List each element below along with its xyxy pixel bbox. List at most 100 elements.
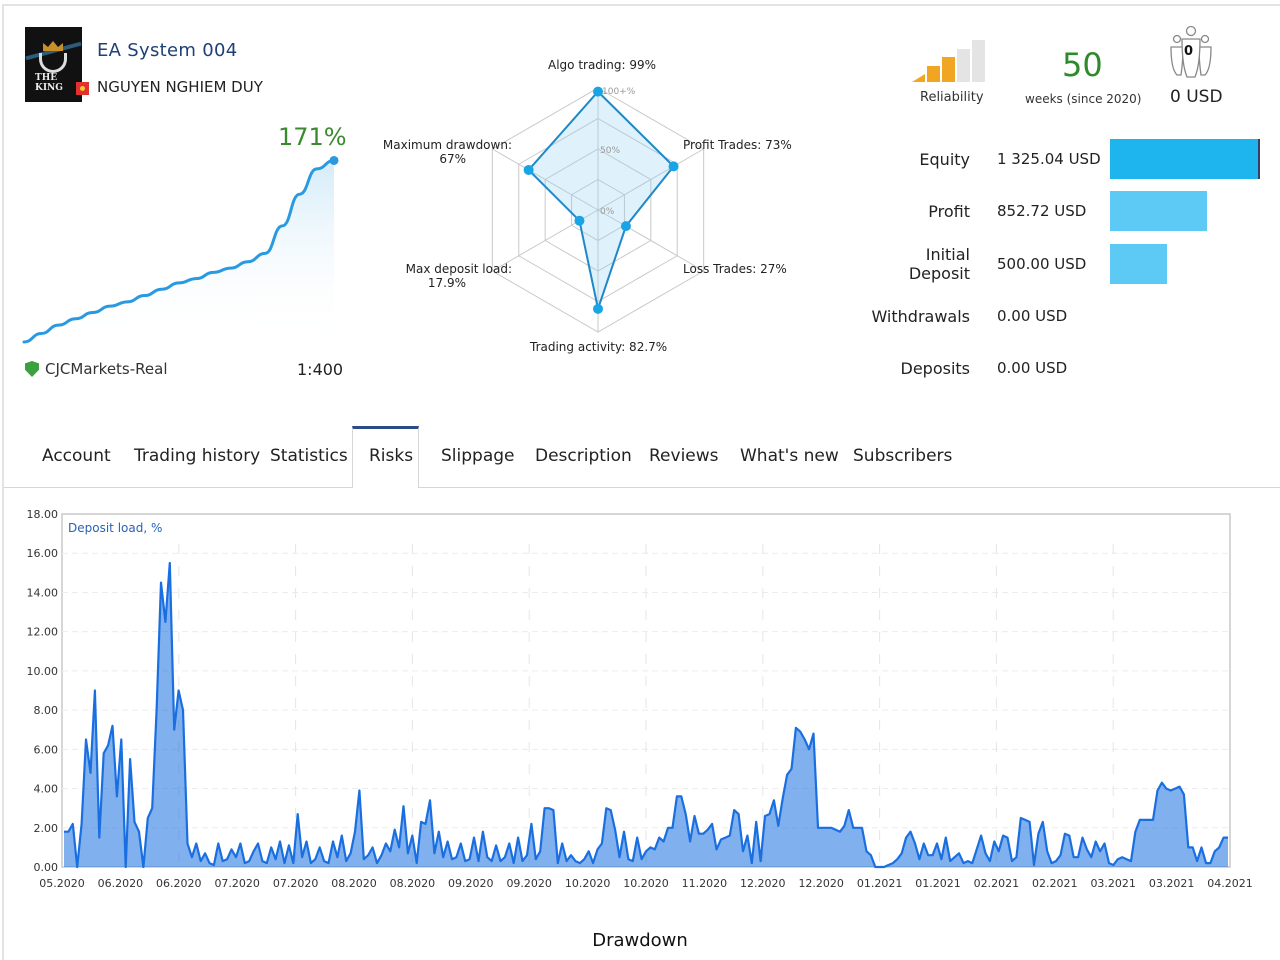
y-tick-label: 4.00 — [34, 783, 59, 796]
tab-bar: Account Trading history Statistics Risks Sli… — [4, 426, 1280, 488]
financial-value: 500.00 USD — [997, 255, 1087, 273]
tab-subscribers[interactable]: Subscribers — [853, 446, 952, 466]
x-tick-label: 08.2020 — [331, 877, 377, 890]
financial-row-profit: Profit 852.72 USD — [860, 191, 1207, 231]
financial-value: 852.72 USD — [997, 202, 1087, 220]
radar-scale-label: 100+% — [602, 87, 636, 97]
weeks-label: weeks (since 2020) — [1025, 92, 1142, 106]
x-tick-label: 03.2021 — [1149, 877, 1195, 890]
verified-shield-icon — [25, 361, 39, 377]
reliability-bar — [972, 40, 985, 82]
x-tick-label: 12.2020 — [798, 877, 844, 890]
y-tick-label: 6.00 — [34, 743, 59, 756]
avatar-text: THE KING — [35, 73, 63, 93]
tab-account[interactable]: Account — [42, 446, 111, 466]
financial-label: Profit — [928, 201, 970, 221]
y-tick-label: 12.00 — [27, 626, 59, 639]
x-tick-label: 08.2020 — [390, 877, 436, 890]
y-tick-label: 10.00 — [27, 665, 59, 678]
x-tick-label: 04.2021 — [1207, 877, 1253, 890]
financial-value: 1 325.04 USD — [997, 150, 1101, 168]
radar-point[interactable] — [523, 164, 534, 175]
financial-label: Deposits — [900, 358, 971, 378]
tab-reviews[interactable]: Reviews — [649, 446, 719, 466]
y-tick-label: 16.00 — [27, 547, 59, 560]
tab-risks[interactable]: Risks — [369, 446, 413, 466]
x-tick-label: 01.2021 — [915, 877, 961, 890]
growth-endpoint — [329, 155, 339, 165]
x-tick-label: 02.2021 — [974, 877, 1020, 890]
x-tick-label: 06.2020 — [98, 877, 144, 890]
broker-name[interactable]: CJCMarkets-Real — [45, 360, 168, 378]
owner-name[interactable]: NGUYEN NGHIEM DUY — [97, 78, 263, 96]
drawdown-chart: 0.00 2.00 4.00 6.00 8.00 10.00 12.00 14.00 16.00… — [27, 508, 1253, 890]
x-tick-label: 06.2020 — [156, 877, 202, 890]
y-tick-label: 2.00 — [34, 822, 59, 835]
x-tick-label: 11.2020 — [682, 877, 728, 890]
crown-icon — [43, 41, 63, 51]
y-tick-label: 18.00 — [27, 508, 59, 521]
tab-slippage[interactable]: Slippage — [441, 446, 515, 466]
tab-trading-history[interactable]: Trading history — [134, 446, 260, 466]
x-tick-label: 07.2020 — [273, 877, 319, 890]
radar-point[interactable] — [668, 161, 679, 172]
financial-label: Withdrawals — [871, 306, 970, 326]
reliability-bar — [927, 65, 940, 82]
tab-statistics[interactable]: Statistics — [270, 446, 348, 466]
radar-point[interactable] — [593, 303, 603, 314]
financial-bar — [1110, 191, 1207, 231]
financial-row-initial-deposit: Initial Deposit 500.00 USD — [860, 244, 1167, 284]
x-tick-label: 07.2020 — [214, 877, 260, 890]
financial-bar — [1110, 139, 1260, 179]
financial-row-withdrawals: Withdrawals 0.00 USD — [860, 296, 1067, 336]
leverage: 1:400 — [297, 360, 344, 379]
tab-what-s-new[interactable]: What's new — [740, 446, 839, 466]
radar-label: Trading activity: 82.7% — [530, 340, 668, 354]
x-tick-label: 05.2020 — [39, 877, 85, 890]
reliability-bars-icon — [912, 40, 992, 82]
radar-shape — [527, 90, 675, 313]
growth-area — [24, 160, 334, 342]
radar-label: Loss Trades: 27% — [683, 262, 787, 276]
subscribers-count: 0 — [1184, 44, 1194, 59]
mask-icon — [39, 53, 67, 73]
financial-row-equity: Equity 1 325.04 USD — [860, 139, 1260, 179]
reliability-bar — [957, 48, 970, 82]
weeks-count: 50 — [1062, 46, 1103, 84]
x-tick-label: 10.2020 — [623, 877, 669, 890]
legend-deposit-load[interactable]: Deposit load, % — [68, 521, 162, 535]
growth-chart — [22, 155, 339, 344]
x-tick-label: 02.2021 — [1032, 877, 1078, 890]
tab-description[interactable]: Description — [535, 446, 632, 466]
reliability-bar — [942, 57, 955, 82]
broker-info[interactable]: CJCMarkets-Real — [25, 360, 168, 378]
reliability-label: Reliability — [920, 90, 984, 105]
subscribers-funds: 0 USD — [1170, 87, 1223, 107]
y-tick-label: 14.00 — [27, 586, 59, 599]
x-tick-label: 09.2020 — [506, 877, 552, 890]
radar-scale-label: 50% — [600, 146, 620, 156]
signal-title: EA System 004 — [97, 40, 238, 61]
vietnam-flag-icon — [76, 82, 89, 95]
y-tick-label: 8.00 — [34, 704, 59, 717]
x-tick-label: 09.2020 — [448, 877, 494, 890]
financial-label: Equity — [919, 149, 970, 169]
x-tick-label: 10.2020 — [565, 877, 611, 890]
y-tick-label: 0.00 — [34, 861, 59, 874]
financial-value: 0.00 USD — [997, 359, 1068, 377]
financial-row-deposits: Deposits 0.00 USD — [860, 348, 1068, 388]
financial-bar — [1110, 244, 1167, 284]
x-tick-label: 01.2021 — [857, 877, 903, 890]
radar-label: Profit Trades: 73% — [683, 138, 792, 152]
radar-chart: 100+% 50% 0% — [491, 86, 705, 333]
reliability-bar — [912, 74, 925, 82]
radar-scale-label: 0% — [600, 207, 615, 217]
chart-title: Drawdown — [592, 930, 688, 951]
x-tick-label: 12.2020 — [740, 877, 786, 890]
financial-label: Initial Deposit — [908, 245, 970, 283]
radar-point[interactable] — [574, 215, 585, 226]
radar-label: Maximum drawdown: 67% — [382, 138, 512, 166]
radar-point[interactable] — [620, 221, 631, 232]
financial-value: 0.00 USD — [997, 307, 1068, 325]
signal-avatar[interactable]: THE KING — [25, 27, 82, 102]
